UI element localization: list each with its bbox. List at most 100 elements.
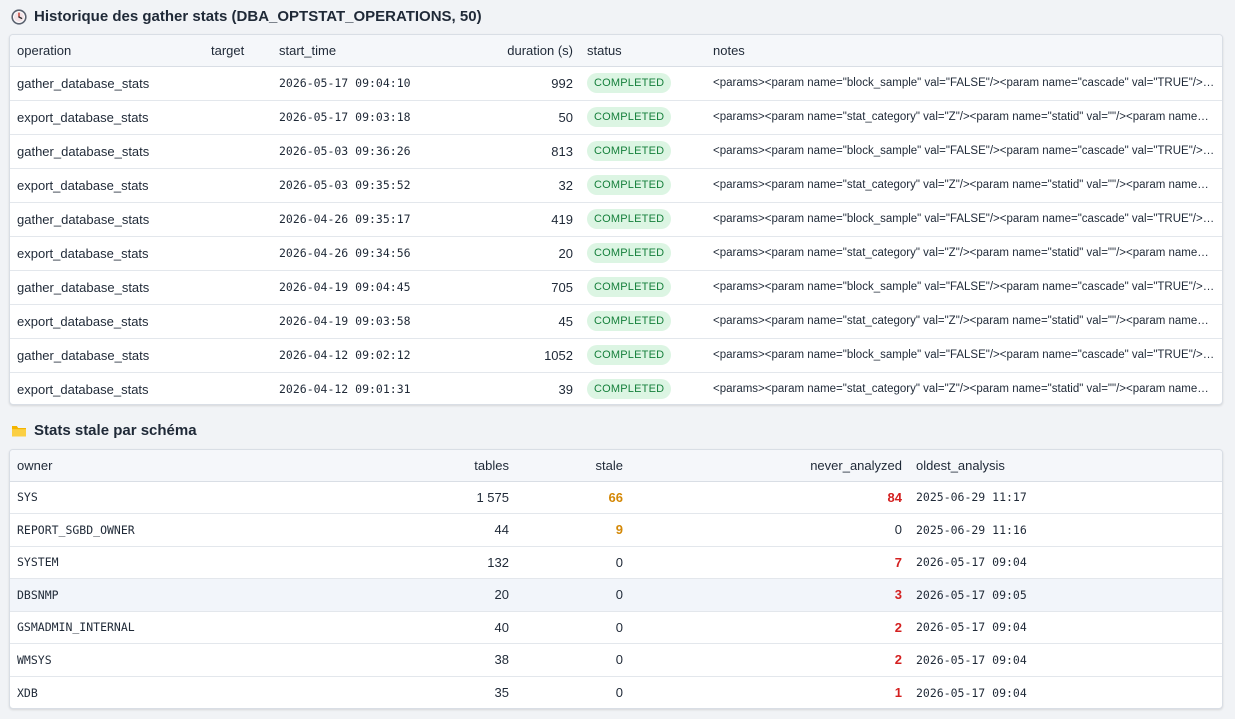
col-header-notes[interactable]: notes <box>706 35 1222 67</box>
status-badge: COMPLETED <box>587 345 672 365</box>
cell-target <box>204 372 272 404</box>
cell-never-analyzed: 3 <box>630 578 909 612</box>
col-header-tables[interactable]: tables <box>287 450 516 482</box>
cell-target <box>204 100 272 135</box>
cell-never-analyzed: 2 <box>630 643 909 677</box>
cell-never-analyzed: 1 <box>894 685 902 700</box>
cell-target <box>204 236 272 271</box>
cell-notes: <params><param name="stat_category" val=… <box>706 304 1222 339</box>
cell-status: COMPLETED <box>580 100 706 135</box>
cell-owner: WMSYS <box>10 643 287 677</box>
stale-table-card: owner tables stale never_analyzed oldest… <box>9 449 1223 709</box>
cell-duration: 419 <box>432 202 580 237</box>
table-row: export_database_stats 2026-05-17 09:03:18… <box>10 100 1222 135</box>
col-header-oldest-analysis[interactable]: oldest_analysis <box>909 450 1222 482</box>
cell-stale: 0 <box>516 546 630 579</box>
status-badge: COMPLETED <box>587 379 672 400</box>
clock-icon <box>11 8 27 25</box>
cell-stale: 0 <box>516 578 630 612</box>
history-section-title: Historique des gather stats (DBA_OPTSTAT… <box>11 8 482 25</box>
table-row: SYS 1 575 66 84 2025-06-29 11:17 <box>10 481 1222 514</box>
stale-title-text: Stats stale par schéma <box>34 422 197 439</box>
stale-header-row: owner tables stale never_analyzed oldest… <box>10 450 1222 482</box>
col-header-start-time[interactable]: start_time <box>272 35 432 67</box>
cell-owner: SYS <box>10 481 287 514</box>
cell-operation: export_database_stats <box>10 304 204 339</box>
cell-status: COMPLETED <box>580 134 706 169</box>
cell-tables: 35 <box>494 685 509 700</box>
cell-status: COMPLETED <box>580 270 706 305</box>
cell-stale: 66 <box>516 481 630 514</box>
col-header-target[interactable]: target <box>204 35 272 67</box>
col-header-status[interactable]: status <box>580 35 706 67</box>
cell-stale: 0 <box>516 611 630 644</box>
cell-target <box>204 202 272 237</box>
cell-owner: GSMADMIN_INTERNAL <box>10 611 287 644</box>
cell-never-analyzed: 2 <box>630 611 909 644</box>
col-header-never-analyzed[interactable]: never_analyzed <box>630 450 909 482</box>
history-title-text: Historique des gather stats (DBA_OPTSTAT… <box>34 8 482 25</box>
col-header-operation[interactable]: operation <box>10 35 204 67</box>
table-row: export_database_stats 2026-04-26 09:34:56… <box>10 236 1222 271</box>
cell-target <box>204 270 272 305</box>
cell-operation: export_database_stats <box>10 168 204 203</box>
cell-notes: <params><param name="block_sample" val="… <box>706 66 1222 101</box>
table-row: export_database_stats 2026-04-12 09:01:31… <box>10 372 1222 404</box>
cell-tables: 1 575 <box>287 481 516 514</box>
status-badge: COMPLETED <box>587 73 672 93</box>
cell-start-time: 2026-04-12 09:02:12 <box>272 338 432 373</box>
cell-operation: export_database_stats <box>10 236 204 271</box>
cell-operation: export_database_stats <box>10 100 204 135</box>
cell-stale: 0 <box>615 685 623 700</box>
cell-owner: REPORT_SGBD_OWNER <box>10 513 287 547</box>
cell-status: COMPLETED <box>580 168 706 203</box>
col-header-stale[interactable]: stale <box>516 450 630 482</box>
status-badge: COMPLETED <box>587 141 672 161</box>
cell-oldest-analysis: 2026-05-17 09:04 <box>909 546 1222 579</box>
cell-notes: <params><param name="block_sample" val="… <box>706 338 1222 373</box>
cell-oldest-analysis: 2026-05-17 09:04 <box>916 685 1027 700</box>
cell-tables: 132 <box>287 546 516 579</box>
status-badge: COMPLETED <box>587 209 672 229</box>
cell-notes: <params><param name="block_sample" val="… <box>706 270 1222 305</box>
cell-start-time: 2026-04-26 09:35:17 <box>272 202 432 237</box>
table-row: gather_database_stats 2026-04-12 09:02:12… <box>10 338 1222 373</box>
cell-status: COMPLETED <box>580 338 706 373</box>
cell-duration: 20 <box>432 236 580 271</box>
table-row: gather_database_stats 2026-04-26 09:35:17… <box>10 202 1222 237</box>
cell-status: COMPLETED <box>580 236 706 271</box>
col-header-owner[interactable]: owner <box>10 450 287 482</box>
cell-operation: export_database_stats <box>17 381 149 397</box>
table-row: export_database_stats 2026-04-19 09:03:58… <box>10 304 1222 339</box>
cell-duration: 32 <box>432 168 580 203</box>
table-row: DBSNMP 20 0 3 2026-05-17 09:05 <box>10 578 1222 612</box>
cell-oldest-analysis: 2026-05-17 09:04 <box>909 611 1222 644</box>
cell-start-time: 2026-05-03 09:35:52 <box>272 168 432 203</box>
cell-duration: 705 <box>432 270 580 305</box>
table-row: GSMADMIN_INTERNAL 40 0 2 2026-05-17 09:04 <box>10 611 1222 644</box>
cell-tables: 44 <box>287 513 516 547</box>
cell-owner: SYSTEM <box>10 546 287 579</box>
cell-target <box>204 134 272 169</box>
cell-never-analyzed: 84 <box>630 481 909 514</box>
status-badge: COMPLETED <box>587 277 672 297</box>
cell-start-time: 2026-04-19 09:04:45 <box>272 270 432 305</box>
cell-owner: XDB <box>17 685 38 700</box>
table-row: gather_database_stats 2026-04-19 09:04:45… <box>10 270 1222 305</box>
cell-target <box>204 338 272 373</box>
cell-start-time: 2026-05-17 09:03:18 <box>272 100 432 135</box>
cell-duration: 50 <box>432 100 580 135</box>
table-row: gather_database_stats 2026-05-17 09:04:10… <box>10 66 1222 101</box>
cell-target <box>204 168 272 203</box>
table-row: gather_database_stats 2026-05-03 09:36:26… <box>10 134 1222 169</box>
stale-section-title: Stats stale par schéma <box>11 422 197 439</box>
cell-status: COMPLETED <box>580 372 706 404</box>
status-badge: COMPLETED <box>587 107 672 127</box>
col-header-duration[interactable]: duration (s) <box>432 35 580 67</box>
cell-notes: <params><param name="stat_category" val=… <box>706 236 1222 271</box>
cell-notes: <params><param name="block_sample" val="… <box>706 134 1222 169</box>
cell-tables: 40 <box>287 611 516 644</box>
cell-operation: gather_database_stats <box>10 202 204 237</box>
cell-start-time: 2026-05-03 09:36:26 <box>272 134 432 169</box>
history-table: operation target start_time duration (s)… <box>10 35 1222 404</box>
